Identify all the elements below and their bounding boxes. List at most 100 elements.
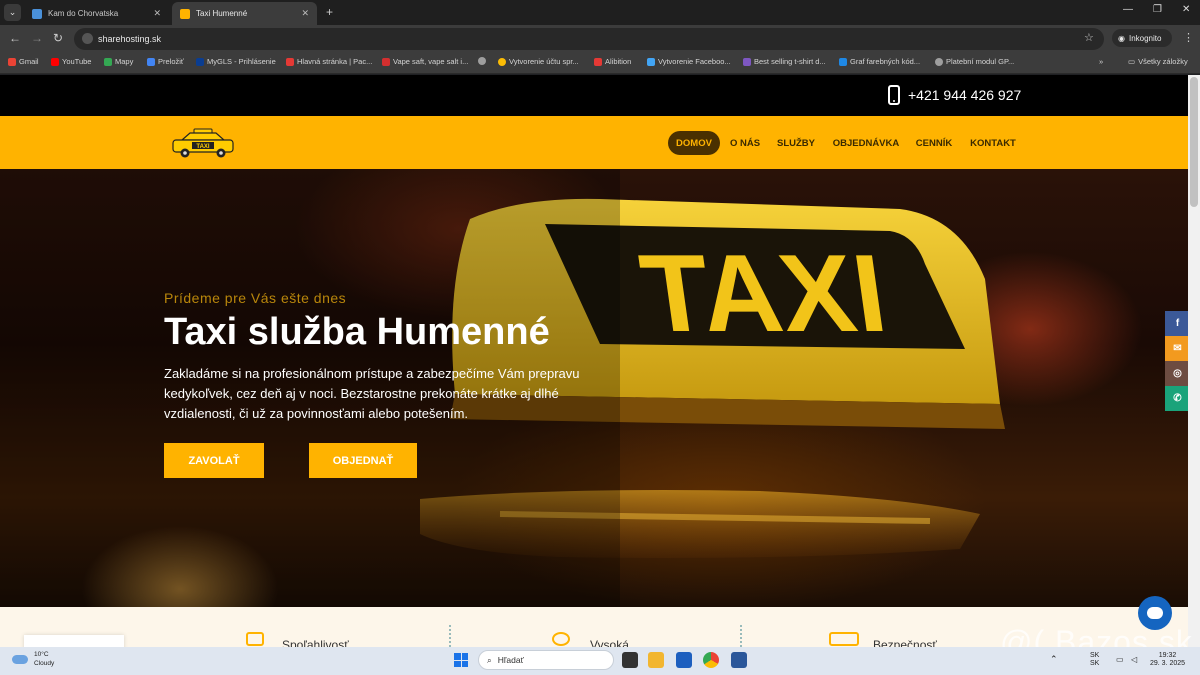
word-icon[interactable] <box>731 652 747 668</box>
bookmark-mapy[interactable]: Mapy <box>104 57 133 66</box>
incognito-badge[interactable]: ◉ Inkognito <box>1112 29 1172 47</box>
search-icon: ⌕ <box>487 654 492 665</box>
tray-chevron-icon[interactable]: ⌃ <box>1050 655 1058 664</box>
nav-domov[interactable]: DOMOV <box>668 131 720 155</box>
bookmark-label: Best selling t-shirt d... <box>754 57 826 66</box>
divider <box>740 625 742 647</box>
smile-feature-icon <box>552 632 570 646</box>
tab-strip: ⌄ Kam do Chorvatska ✕ Taxi Humenné ✕ + —… <box>0 0 1200 25</box>
scrollbar-thumb[interactable] <box>1190 77 1198 207</box>
globe-icon <box>478 57 486 65</box>
url-text: sharehosting.sk <box>98 34 162 44</box>
more-bookmarks-icon[interactable]: » <box>1099 57 1103 66</box>
reload-icon[interactable]: ↻ <box>53 31 63 45</box>
translate-icon <box>147 57 155 66</box>
bookmark-tshirt[interactable]: Best selling t-shirt d... <box>743 57 826 66</box>
bookmark-label: Vape saft, vape salt i... <box>393 57 469 66</box>
nav-cennik[interactable]: CENNÍK <box>910 131 958 155</box>
whatsapp-icon[interactable]: ✆ <box>1165 386 1190 411</box>
bookmark-label: Hlavná stránka | Pac... <box>297 57 373 66</box>
minimize-icon[interactable]: — <box>1123 4 1133 15</box>
back-icon[interactable]: ← <box>9 31 21 45</box>
instagram-icon[interactable]: ◎ <box>1165 361 1190 386</box>
bookmark-mygls[interactable]: MyGLS - Prihlásenie <box>196 57 276 66</box>
bookmark-label: Platební modul GP... <box>946 57 1015 66</box>
phone-icon <box>888 85 900 105</box>
language-indicator[interactable]: SK SK <box>1090 652 1099 668</box>
nav-objednavka[interactable]: OBJEDNÁVKA <box>828 131 904 155</box>
nav-o-nas[interactable]: O NÁS <box>726 131 764 155</box>
facebook-icon[interactable]: f <box>1165 311 1190 336</box>
all-bookmarks[interactable]: ▭ Všetky záložky <box>1128 57 1188 66</box>
folder-icon: ▭ <box>1128 57 1136 66</box>
address-bar[interactable]: sharehosting.sk <box>74 28 1104 50</box>
bookmark-gp[interactable]: Platební modul GP... <box>935 57 1014 66</box>
chat-bubble-icon <box>1147 607 1163 619</box>
close-tab-icon[interactable]: ✕ <box>153 8 161 19</box>
divider <box>449 625 451 647</box>
taxi-logo[interactable]: TAXI <box>170 128 236 160</box>
task-view-icon[interactable] <box>622 652 638 668</box>
feature-title: Spoľahlivosť <box>282 638 349 647</box>
forward-icon[interactable]: → <box>31 31 43 45</box>
bookmark-pac[interactable]: Hlavná stránka | Pac... <box>286 57 372 66</box>
bookmark-label: Graf farebných kód... <box>850 57 921 66</box>
browser-menu-icon[interactable]: ⋮ <box>1183 31 1194 44</box>
weather-condition: Cloudy <box>34 660 55 667</box>
bookmark-vape[interactable]: Vape saft, vape salt i... <box>382 57 468 66</box>
new-tab-button[interactable]: + <box>326 5 333 19</box>
chrome-icon[interactable] <box>703 652 719 668</box>
taskbar-search[interactable]: ⌕ Hľadať <box>478 650 614 670</box>
feature-title: Vysoká <box>590 638 629 647</box>
tab-taxi-humenne[interactable]: Taxi Humenné ✕ <box>172 2 317 25</box>
keyboard-layout: SK <box>1090 660 1100 667</box>
shield-icon <box>286 57 294 66</box>
maps-icon <box>104 57 112 66</box>
recaptcha-badge[interactable] <box>24 635 124 647</box>
order-button[interactable]: OBJEDNAŤ <box>309 443 417 478</box>
volume-icon[interactable]: ◁ <box>1131 656 1137 664</box>
phone-link[interactable]: +421 944 426 927 <box>888 85 1021 105</box>
color-chart-icon <box>839 57 847 66</box>
call-button[interactable]: ZAVOLAŤ <box>164 443 264 478</box>
weather-widget[interactable]: 10°C Cloudy <box>12 650 54 668</box>
bookmark-label: MyGLS - Prihlásenie <box>207 57 276 66</box>
bookmark-translate[interactable]: Preložiť <box>147 57 184 66</box>
tab-title: Kam do Chorvatska <box>48 9 119 18</box>
nav-kontakt[interactable]: KONTAKT <box>964 131 1022 155</box>
tab-search-button[interactable]: ⌄ <box>4 4 21 21</box>
tab-kam-do-chorvatska[interactable]: Kam do Chorvatska ✕ <box>24 2 169 25</box>
bookmark-globe[interactable] <box>478 57 489 65</box>
temperature: 10°C <box>34 651 49 658</box>
logo-text: TAXI <box>196 144 210 150</box>
file-explorer-icon[interactable] <box>648 652 664 668</box>
bookmark-colors[interactable]: Graf farebných kód... <box>839 57 920 66</box>
bookmark-label: Alibition <box>605 57 632 66</box>
email-icon[interactable]: ✉ <box>1165 336 1190 361</box>
vape-shop-icon <box>382 57 390 66</box>
site-info-icon[interactable] <box>82 33 93 44</box>
windows-start-icon[interactable] <box>454 653 468 667</box>
bookmark-label: Všetky záložky <box>1138 57 1188 66</box>
nav-sluzby[interactable]: SLUŽBY <box>772 131 820 155</box>
taxi-favicon-icon <box>180 8 190 19</box>
bookmark-gmail[interactable]: Gmail <box>8 57 39 66</box>
bookmark-facebook[interactable]: Vytvorenie Faceboo... <box>647 57 731 66</box>
network-icon[interactable]: ▭ <box>1116 656 1124 664</box>
bookmark-youtube[interactable]: YouTube <box>51 57 91 66</box>
bookmark-label: Mapy <box>115 57 134 66</box>
bookmark-account[interactable]: Vytvorenie účtu spr... <box>498 57 579 66</box>
close-window-icon[interactable]: ✕ <box>1182 4 1190 15</box>
hero-eyebrow: Prídeme pre Vás ešte dnes <box>164 290 347 306</box>
bookmark-star-icon[interactable]: ☆ <box>1084 31 1094 44</box>
incognito-icon: ◉ <box>1118 33 1125 43</box>
store-icon[interactable] <box>676 652 692 668</box>
clock[interactable]: 19:32 29. 3. 2025 <box>1150 652 1185 668</box>
google-icon <box>498 57 506 66</box>
maximize-icon[interactable]: ❐ <box>1153 4 1162 15</box>
bookmark-alibition[interactable]: Alibition <box>594 57 631 66</box>
tab-favicon-icon <box>32 8 42 19</box>
close-tab-icon[interactable]: ✕ <box>301 8 309 19</box>
feature-title: Bezpečnosť <box>873 638 937 647</box>
search-placeholder: Hľadať <box>497 655 524 665</box>
